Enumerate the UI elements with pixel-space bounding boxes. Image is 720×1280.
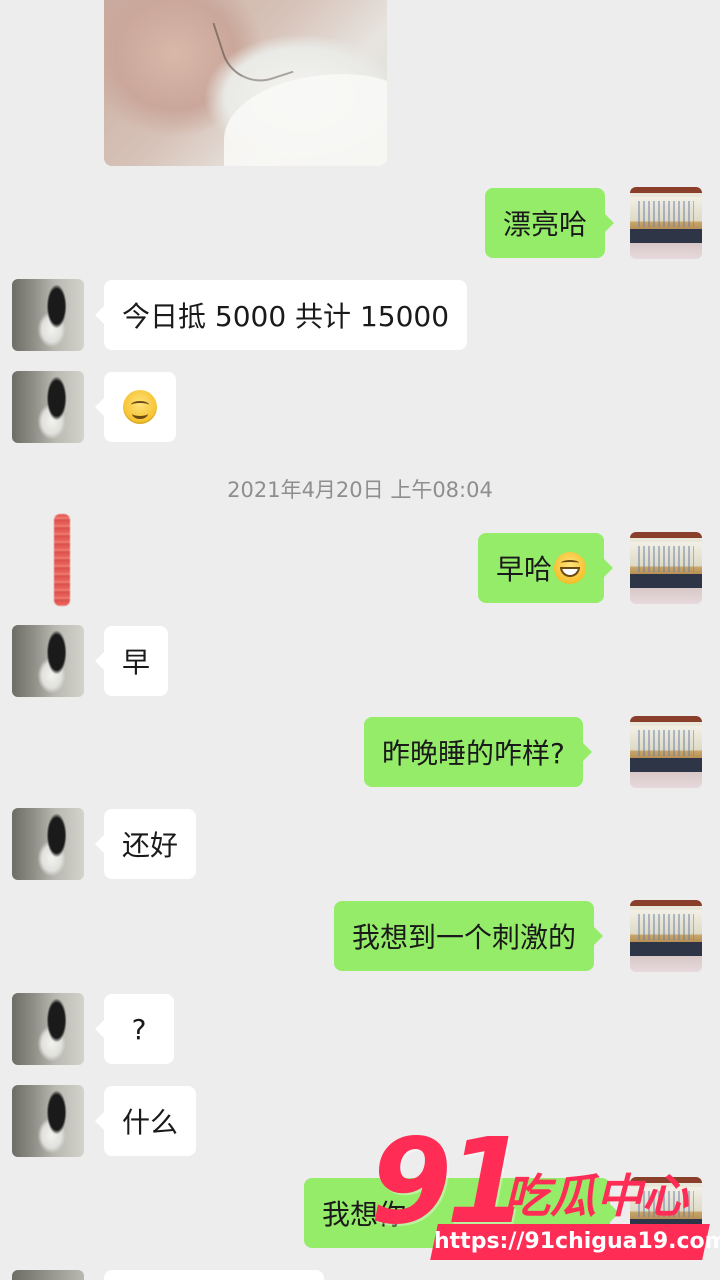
contact-avatar[interactable] <box>12 371 84 443</box>
contact-avatar[interactable] <box>12 279 84 351</box>
watermark-number: 91 <box>370 1112 528 1250</box>
watermark-name: 吃瓜中心 <box>504 1169 688 1223</box>
message-bubble-outgoing[interactable]: 早哈 <box>478 533 614 603</box>
message-bubble-incoming[interactable]: 还好 <box>94 809 197 879</box>
message-text: 什么 <box>122 1106 179 1139</box>
message-bubble-incoming[interactable] <box>104 1270 324 1280</box>
my-avatar[interactable] <box>630 900 702 972</box>
contact-avatar[interactable] <box>12 1270 84 1280</box>
contact-avatar[interactable] <box>12 808 84 880</box>
message-bubble-outgoing[interactable]: 昨晚睡的咋样? <box>364 717 592 787</box>
watermark-url-text: https://91chigua19.com <box>434 1229 720 1254</box>
contact-avatar[interactable] <box>12 993 84 1065</box>
my-avatar[interactable] <box>630 187 702 259</box>
message-bubble-outgoing[interactable]: 漂亮哈 <box>485 188 615 258</box>
received-photo[interactable] <box>104 0 387 166</box>
message-bubble-incoming[interactable]: ? <box>95 994 174 1064</box>
message-bubble-incoming[interactable] <box>95 372 176 442</box>
message-timestamp: 2021年4月20日 上午08:04 <box>227 478 493 502</box>
message-text: 我想到一个刺激的 <box>352 921 577 954</box>
my-avatar[interactable] <box>630 532 702 604</box>
message-text: 还好 <box>122 829 179 862</box>
smiling-face-icon <box>123 390 157 424</box>
my-avatar[interactable] <box>630 716 702 788</box>
message-text: 昨晚睡的咋样? <box>382 737 565 770</box>
watermark-url: https://91chigua19.com <box>430 1224 720 1260</box>
site-watermark: 91 吃瓜中心 https://91chigua19.com <box>370 1122 720 1268</box>
photo-detail <box>212 4 294 92</box>
message-bubble-incoming[interactable]: 今日抵 5000 共计 15000 <box>94 280 468 350</box>
contact-avatar[interactable] <box>12 1085 84 1157</box>
message-text: 今日抵 5000 共计 15000 <box>122 300 450 333</box>
message-bubble-incoming[interactable]: 什么 <box>94 1086 197 1156</box>
message-text: ? <box>131 1012 147 1046</box>
message-text: 漂亮哈 <box>503 208 588 241</box>
message-text: 早哈 <box>496 553 553 586</box>
message-bubble-incoming[interactable]: 早 <box>94 626 169 696</box>
grinning-face-icon <box>554 552 587 584</box>
photo-detail <box>224 74 387 166</box>
redaction-mark <box>54 514 70 606</box>
message-text: 早 <box>122 646 151 679</box>
message-bubble-outgoing[interactable]: 我想到一个刺激的 <box>334 901 604 971</box>
contact-avatar[interactable] <box>12 625 84 697</box>
